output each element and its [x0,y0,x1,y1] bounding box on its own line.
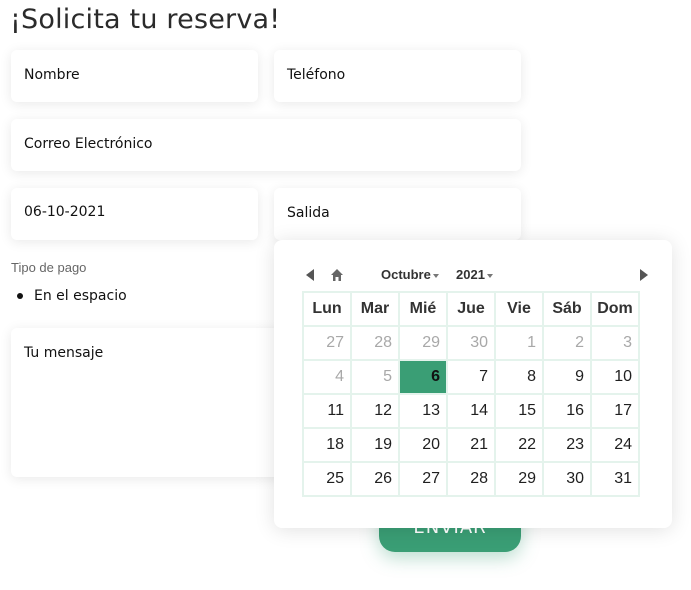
datepicker-popup: Octubre 2021 Lun Mar Mié Jue Vie Sáb Dom 27 28 2… [274,240,672,528]
calendar-day[interactable]: 29 [494,461,544,497]
calendar-day[interactable]: 26 [350,461,400,497]
weekday-header: Sáb [542,291,592,327]
checkout-date-field[interactable]: Salida [274,188,521,240]
calendar-day[interactable]: 30 [542,461,592,497]
form-title: ¡Solicita tu reserva! [10,4,281,35]
calendar-day[interactable]: 24 [590,427,640,463]
calendar-day: 28 [350,325,400,361]
calendar-day-selected[interactable]: 6 [398,359,448,395]
calendar-day[interactable]: 23 [542,427,592,463]
calendar-day[interactable]: 27 [398,461,448,497]
chevron-down-icon [486,273,493,278]
calendar-day[interactable]: 13 [398,393,448,429]
calendar-day: 30 [446,325,496,361]
phone-placeholder: Teléfono [287,67,346,83]
payment-option-label: En el espacio [34,288,127,304]
year-select[interactable]: 2021 [456,267,493,282]
weekday-header: Mar [350,291,400,327]
weekday-header: Mié [398,291,448,327]
radio-dot-icon [17,293,23,299]
name-placeholder: Nombre [24,67,80,83]
calendar-day[interactable]: 28 [446,461,496,497]
weekday-header: Jue [446,291,496,327]
calendar-day[interactable]: 19 [350,427,400,463]
email-field[interactable]: Correo Electrónico [11,119,521,171]
weekday-header: Lun [302,291,352,327]
calendar-day[interactable]: 25 [302,461,352,497]
calendar-day[interactable]: 21 [446,427,496,463]
calendar-day[interactable]: 2 [542,325,592,361]
calendar-day[interactable]: 17 [590,393,640,429]
calendar-day: 29 [398,325,448,361]
payment-option-radio[interactable]: En el espacio [11,288,127,304]
calendar-day[interactable]: 20 [398,427,448,463]
next-month-icon[interactable] [640,269,648,281]
calendar-day[interactable]: 18 [302,427,352,463]
calendar-day[interactable]: 4 [302,359,352,395]
year-select-label: 2021 [456,267,485,282]
calendar-day[interactable]: 8 [494,359,544,395]
datepicker-header: Octubre 2021 [274,262,672,286]
chevron-down-icon [432,273,439,278]
prev-month-icon[interactable] [306,269,314,281]
name-field[interactable]: Nombre [11,50,258,102]
phone-field[interactable]: Teléfono [274,50,521,102]
calendar-day[interactable]: 15 [494,393,544,429]
calendar-day[interactable]: 3 [590,325,640,361]
calendar-day[interactable]: 31 [590,461,640,497]
message-placeholder: Tu mensaje [24,345,104,361]
calendar-day[interactable]: 7 [446,359,496,395]
calendar-day[interactable]: 12 [350,393,400,429]
month-select[interactable]: Octubre [381,267,439,282]
calendar-day[interactable]: 14 [446,393,496,429]
weekday-header: Vie [494,291,544,327]
checkin-date-field[interactable]: 06-10-2021 [11,188,258,240]
checkout-placeholder: Salida [287,205,330,221]
calendar-day[interactable]: 11 [302,393,352,429]
calendar-day[interactable]: 1 [494,325,544,361]
home-icon[interactable] [330,268,344,282]
calendar-grid: Lun Mar Mié Jue Vie Sáb Dom 27 28 29 30 1 2 3 4 5 6 7 8 9 1… [302,291,640,497]
checkin-date-value: 06-10-2021 [24,204,106,220]
weekday-header: Dom [590,291,640,327]
calendar-day[interactable]: 10 [590,359,640,395]
calendar-day[interactable]: 22 [494,427,544,463]
calendar-day[interactable]: 9 [542,359,592,395]
month-select-label: Octubre [381,267,431,282]
email-placeholder: Correo Electrónico [24,136,153,152]
calendar-day[interactable]: 16 [542,393,592,429]
calendar-day[interactable]: 5 [350,359,400,395]
payment-type-label: Tipo de pago [11,260,87,275]
calendar-day: 27 [302,325,352,361]
